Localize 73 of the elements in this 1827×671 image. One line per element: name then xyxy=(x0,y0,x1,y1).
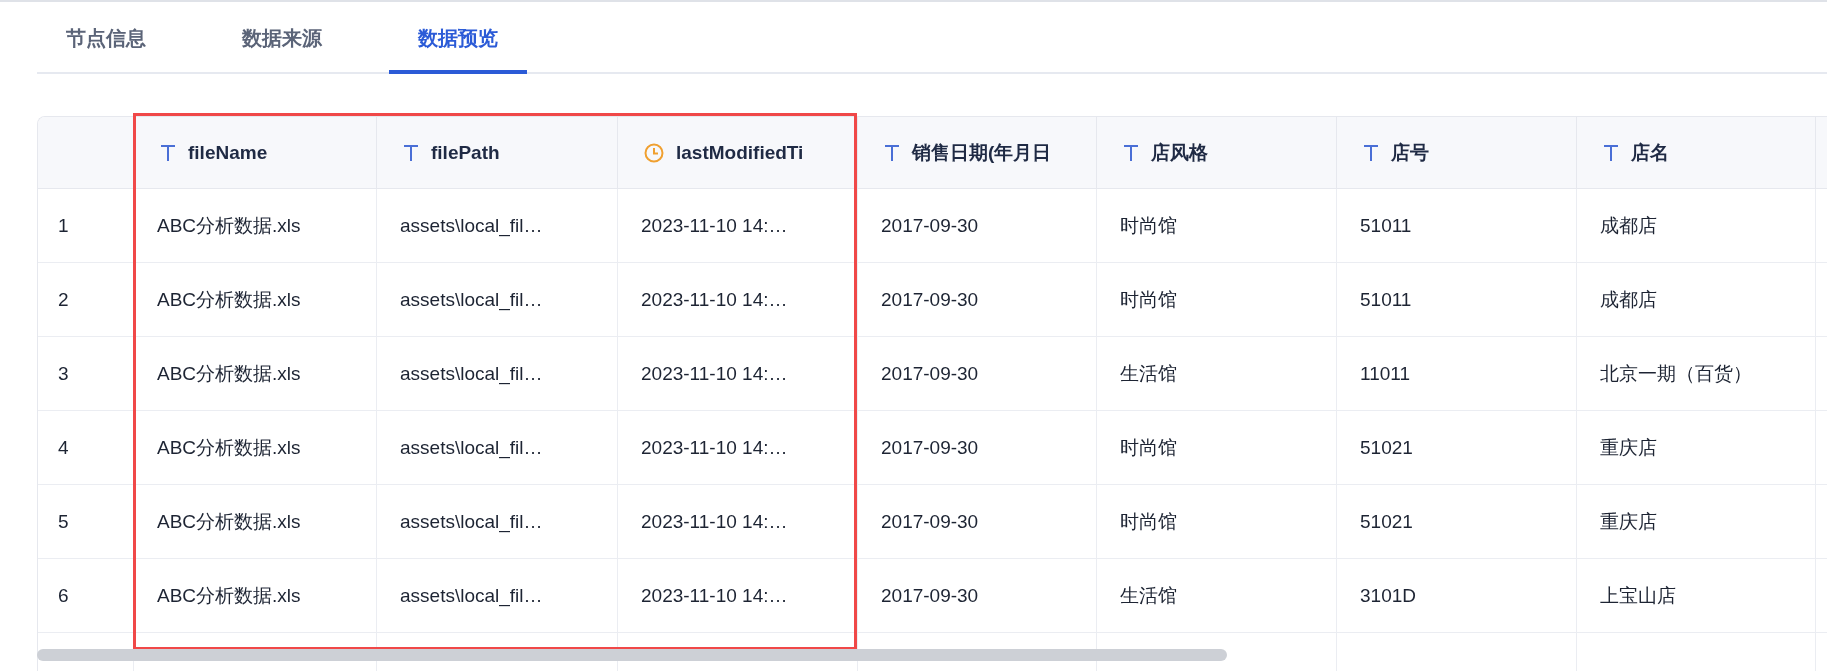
table-cell: 3101D xyxy=(1337,559,1577,633)
clock-icon xyxy=(644,142,664,163)
table-cell: 2023-11-10 14:… xyxy=(618,189,858,263)
text-type-icon xyxy=(1603,143,1619,162)
table-cell: assets\local_fil… xyxy=(377,411,618,485)
table-cell: 2023-11-10 14:… xyxy=(618,485,858,559)
table-cell: 11011 xyxy=(1337,337,1577,411)
table-cell: ABC分析数据.xls xyxy=(134,337,377,411)
table-cell: 2017-09-30 xyxy=(858,263,1097,337)
column-header[interactable]: fileName xyxy=(134,117,377,189)
table-cell: ABC分析数据.xls xyxy=(134,411,377,485)
text-type-icon xyxy=(160,143,176,162)
table-cell: 2017-09-30 xyxy=(858,559,1097,633)
scrollbar[interactable] xyxy=(37,649,1227,661)
table-cell: 时尚馆 xyxy=(1097,485,1337,559)
table-cell: 生活馆 xyxy=(1097,559,1337,633)
row-number: 5 xyxy=(38,485,134,559)
table-cell: assets\local_fil… xyxy=(377,263,618,337)
table-cell: 2023-11-10 14:… xyxy=(618,263,858,337)
column-title: 店号 xyxy=(1391,140,1429,165)
table-cell: 重庆店 xyxy=(1577,411,1816,485)
row-number: 3 xyxy=(38,337,134,411)
column-header[interactable]: 店名 xyxy=(1577,117,1816,189)
column-title: 店名 xyxy=(1631,140,1669,165)
table-cell: 2017-09-30 xyxy=(858,485,1097,559)
table-cell: 上宝山店 xyxy=(1577,559,1816,633)
table-cell: 时尚馆 xyxy=(1097,263,1337,337)
table-cell: 51011 xyxy=(1337,189,1577,263)
row-number: 4 xyxy=(38,411,134,485)
column-title: 销售日期(年月日 xyxy=(912,140,1052,165)
table-cell: 成都店 xyxy=(1577,189,1816,263)
table-cell: 2017-09-30 xyxy=(858,337,1097,411)
text-type-icon xyxy=(1363,143,1379,162)
table-cell: 2023-11-10 14:… xyxy=(618,411,858,485)
text-type-icon xyxy=(884,143,900,162)
table-cell: 2023-11-10 14:… xyxy=(618,559,858,633)
table-cell: assets\local_fil… xyxy=(377,337,618,411)
column-header[interactable]: 店风格 xyxy=(1097,117,1337,189)
row-number: 2 xyxy=(38,263,134,337)
text-type-icon xyxy=(1123,143,1139,162)
table-cell: ABC分析数据.xls xyxy=(134,559,377,633)
column-title: lastModifiedTi xyxy=(676,141,804,164)
column-header[interactable]: lastModifiedTi xyxy=(618,117,858,189)
table-cell: ABC分析数据.xls xyxy=(134,485,377,559)
table-cell: 2017-09-30 xyxy=(858,411,1097,485)
column-title: 店风格 xyxy=(1151,140,1208,165)
column-title: fileName xyxy=(188,141,268,164)
table-cell: 重庆店 xyxy=(1577,485,1816,559)
table-cell: 时尚馆 xyxy=(1097,189,1337,263)
table-cell: ABC分析数据.xls xyxy=(134,263,377,337)
column-header[interactable]: filePath xyxy=(377,117,618,189)
table-cell: 2017-09-30 xyxy=(858,189,1097,263)
table-cell: ABC分析数据.xls xyxy=(134,189,377,263)
row-number: 1 xyxy=(38,189,134,263)
column-header[interactable]: 店号 xyxy=(1337,117,1577,189)
tab[interactable]: 数据预览 xyxy=(389,2,527,74)
text-type-icon xyxy=(403,143,419,162)
table-cell: assets\local_fil… xyxy=(377,485,618,559)
table-cell: 51021 xyxy=(1337,485,1577,559)
column-title: filePath xyxy=(431,141,500,164)
table-cell: 51021 xyxy=(1337,411,1577,485)
table-cell: 北京一期（百货） xyxy=(1577,337,1816,411)
table-cell: assets\local_fil… xyxy=(377,559,618,633)
tab[interactable]: 节点信息 xyxy=(37,2,175,74)
table-cell: 51011 xyxy=(1337,263,1577,337)
table-cell: 2023-11-10 14:… xyxy=(618,337,858,411)
column-header[interactable]: 销售日期(年月日 xyxy=(858,117,1097,189)
table-cell: 成都店 xyxy=(1577,263,1816,337)
row-number: 6 xyxy=(38,559,134,633)
table-cell: 时尚馆 xyxy=(1097,411,1337,485)
table-cell: 生活馆 xyxy=(1097,337,1337,411)
table-cell: assets\local_fil… xyxy=(377,189,618,263)
tab[interactable]: 数据来源 xyxy=(213,2,351,74)
